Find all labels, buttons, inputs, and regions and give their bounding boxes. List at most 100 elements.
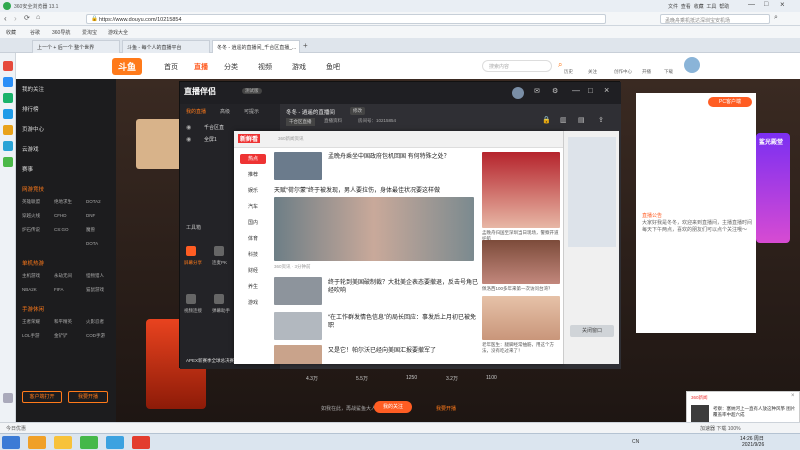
sidebar-item-cloudgame[interactable]: 云游戏 bbox=[22, 145, 39, 153]
qq-icon[interactable] bbox=[3, 77, 13, 87]
download-link[interactable]: 下载 bbox=[664, 69, 673, 75]
browser-search-input[interactable]: 孟晚舟乘机抵达深圳宝安机场 bbox=[660, 14, 770, 24]
nav-category[interactable]: 分类 bbox=[224, 62, 238, 72]
minimize-button[interactable]: — bbox=[748, 1, 755, 8]
app-maximize-button[interactable]: □ bbox=[588, 86, 593, 95]
toast-close-icon[interactable]: × bbox=[791, 393, 795, 399]
category-tech[interactable]: 科技 bbox=[240, 250, 266, 260]
douyu-search-icon[interactable]: ⌕ bbox=[558, 60, 562, 70]
edit-title-button[interactable]: 修改 bbox=[350, 107, 365, 115]
game-link[interactable]: 魔兽 bbox=[86, 227, 95, 233]
app-avatar[interactable] bbox=[512, 87, 524, 99]
game-link[interactable]: DOTA bbox=[86, 241, 98, 246]
news-thumbnail[interactable] bbox=[274, 152, 322, 180]
gear-icon[interactable]: ⚙ bbox=[552, 87, 558, 95]
game-link[interactable]: LOL手游 bbox=[22, 333, 40, 339]
input-language[interactable]: CN bbox=[632, 439, 639, 445]
sidebar-item-rank[interactable]: 排行榜 bbox=[22, 105, 39, 113]
news-big-image[interactable] bbox=[274, 197, 474, 261]
side-news-image[interactable] bbox=[482, 152, 560, 228]
game-link[interactable]: CS:GO bbox=[54, 227, 69, 232]
game-link[interactable]: 穿越火线 bbox=[22, 213, 40, 219]
avatar[interactable] bbox=[684, 57, 700, 73]
danmu-icon[interactable] bbox=[214, 294, 224, 304]
app-close-button[interactable]: × bbox=[604, 85, 609, 95]
eye-icon[interactable]: ◉ bbox=[186, 124, 191, 131]
news-title[interactable]: 天赋“荷尔蒙”终于被发现，男人要拉伤，身体最佳状况要这样做 bbox=[274, 187, 474, 195]
nav-video[interactable]: 视频 bbox=[258, 62, 272, 72]
clock-time[interactable]: 14:26 周日 bbox=[740, 435, 764, 442]
menu-favorites[interactable]: 收藏 bbox=[694, 4, 704, 10]
tab-advanced[interactable]: 高级 bbox=[220, 108, 230, 115]
back-icon[interactable]: ‹ bbox=[4, 14, 7, 23]
category-game[interactable]: 游戏 bbox=[240, 298, 266, 308]
profile-link[interactable]: 直播资料 bbox=[324, 118, 342, 124]
sidebar-item-esports[interactable]: 赛事 bbox=[22, 165, 33, 173]
folder-icon[interactable]: ▤ bbox=[578, 116, 585, 124]
taskbar-app-icon[interactable] bbox=[80, 436, 98, 449]
tab-2[interactable]: 斗鱼 - 每个人的直播平台 bbox=[122, 40, 210, 53]
game-link[interactable]: 火影忍者 bbox=[86, 319, 104, 325]
bookmark-item[interactable]: 游戏大全 bbox=[108, 29, 128, 36]
game-link[interactable]: 永劫无间 bbox=[54, 273, 72, 279]
start-live-button[interactable]: 我要开播 bbox=[68, 391, 108, 403]
shop-icon[interactable] bbox=[3, 157, 13, 167]
douyu-logo[interactable]: 斗鱼 bbox=[112, 58, 143, 75]
menu-file[interactable]: 文件 bbox=[668, 4, 678, 10]
category-tag[interactable]: 千合区直播 bbox=[286, 118, 315, 126]
start-live-link[interactable]: 开播 bbox=[642, 69, 651, 75]
video-link-icon[interactable] bbox=[186, 294, 196, 304]
taskbar-app-icon[interactable] bbox=[54, 436, 72, 449]
game-link[interactable]: FIFA bbox=[54, 287, 64, 292]
taskbar-app-icon[interactable] bbox=[28, 436, 46, 449]
game-link[interactable]: 金铲铲 bbox=[54, 333, 68, 339]
game-link[interactable]: 猫鼠游戏 bbox=[86, 287, 104, 293]
sidebar-item-webgame[interactable]: 页游中心 bbox=[22, 125, 44, 133]
nav-game[interactable]: 游戏 bbox=[292, 62, 306, 72]
share-icon[interactable]: ⇪ bbox=[598, 116, 604, 124]
settings-icon[interactable] bbox=[3, 393, 13, 403]
close-button[interactable]: × bbox=[780, 0, 785, 9]
follow-link[interactable]: 关注 bbox=[588, 69, 597, 75]
status-left[interactable]: 今日优惠 bbox=[6, 425, 26, 432]
nav-home[interactable]: 首页 bbox=[164, 62, 178, 72]
category-car[interactable]: 汽车 bbox=[240, 202, 266, 212]
start-button[interactable] bbox=[2, 436, 20, 449]
game-link[interactable]: 王者荣耀 bbox=[22, 319, 40, 325]
bookmark-item[interactable]: 谷歌 bbox=[30, 29, 40, 36]
news-title[interactable]: 又是它！帕尔沃已经向美国汇报要撤军了 bbox=[328, 347, 478, 355]
video-icon[interactable] bbox=[3, 141, 13, 151]
category-domestic[interactable]: 国内 bbox=[240, 218, 266, 228]
nav-fishbar[interactable]: 鱼吧 bbox=[326, 62, 340, 72]
forward-icon[interactable]: › bbox=[14, 14, 17, 23]
new-tab-button[interactable]: + bbox=[303, 41, 308, 50]
tab-hint[interactable]: 可提示 bbox=[244, 108, 259, 115]
side-news-caption[interactable]: 老年医生：腿脚经常抽筋，用这个方法，没有吃过来了！ bbox=[482, 342, 560, 354]
news-thumbnail[interactable] bbox=[274, 277, 322, 305]
follow-button[interactable]: 我的关注 bbox=[374, 401, 412, 413]
tab-3-active[interactable]: 冬冬 - 逍遥的直播间_千合区直播_... bbox=[212, 40, 300, 53]
game-link[interactable]: 主机游戏 bbox=[22, 273, 40, 279]
message-icon[interactable]: ✉ bbox=[534, 87, 540, 95]
history-link[interactable]: 历史 bbox=[564, 69, 573, 75]
bookmark-item[interactable]: 360导航 bbox=[52, 29, 70, 36]
game-link[interactable]: NBA2K bbox=[22, 287, 37, 292]
maximize-button[interactable]: □ bbox=[764, 1, 768, 8]
sidebar-item-follow[interactable]: 我的关注 bbox=[22, 85, 44, 93]
pk-icon[interactable] bbox=[214, 246, 224, 256]
eye-icon[interactable]: ◉ bbox=[186, 136, 191, 143]
category-ent[interactable]: 娱乐 bbox=[240, 186, 266, 196]
app-minimize-button[interactable]: — bbox=[572, 86, 580, 95]
close-window-button[interactable]: 关闭窗口 bbox=[570, 325, 614, 337]
menu-help[interactable]: 帮助 bbox=[719, 4, 729, 10]
home-icon[interactable]: ⌂ bbox=[36, 14, 40, 21]
side-news-image[interactable] bbox=[482, 240, 560, 284]
game-link[interactable]: 怪物猎人 bbox=[86, 273, 104, 279]
news-title[interactable]: 终于轮到美国破制裁？大批美企表态要撤退，反击号角已经吹响 bbox=[328, 279, 478, 295]
game-link[interactable]: 和平精英 bbox=[54, 319, 72, 325]
taskbar-app-icon[interactable] bbox=[132, 436, 150, 449]
bookmark-item[interactable]: 爱淘宝 bbox=[82, 29, 97, 36]
live-link[interactable]: 我要开播 bbox=[436, 405, 456, 412]
side-ad-banner[interactable]: 鲨光殿堂 bbox=[756, 133, 790, 243]
game-link[interactable]: DOTA2 bbox=[86, 199, 101, 204]
